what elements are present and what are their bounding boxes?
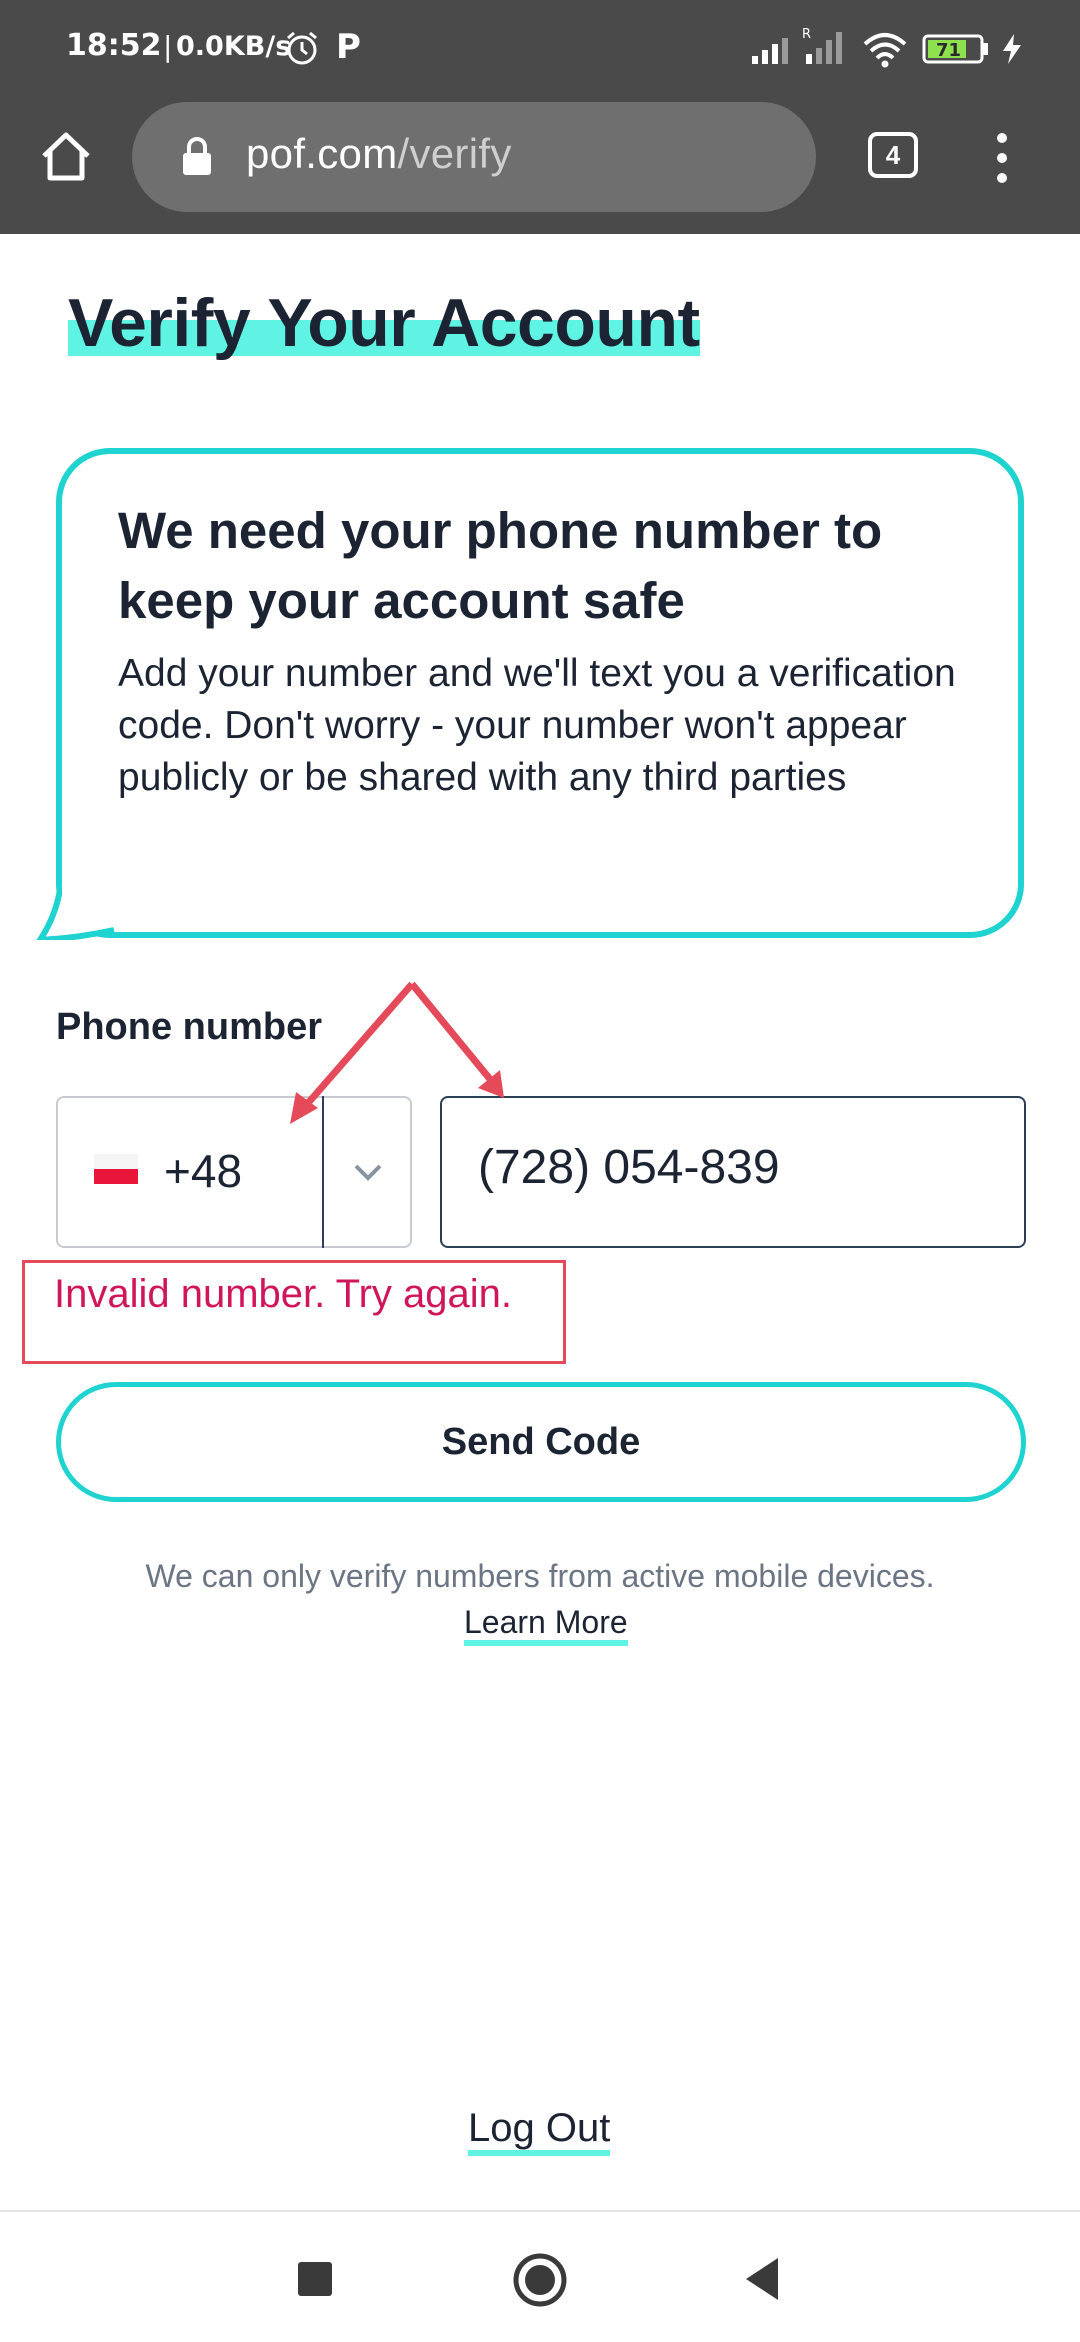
phone-number-value: (728) 054-839 xyxy=(478,1141,780,1194)
signal-icon xyxy=(752,38,788,64)
recents-icon[interactable] xyxy=(298,2262,332,2296)
charging-icon xyxy=(1003,34,1021,64)
back-icon[interactable] xyxy=(742,2256,782,2302)
signal-icon: R xyxy=(802,27,842,64)
nav-home-icon[interactable] xyxy=(512,2252,568,2308)
menu-icon[interactable] xyxy=(992,130,1012,186)
navigation-bar xyxy=(0,2210,1080,2342)
select-divider xyxy=(322,1096,324,1248)
separator: | xyxy=(163,30,173,63)
log-out-link[interactable]: Log Out xyxy=(468,2106,611,2156)
error-message: Invalid number. Try again. xyxy=(54,1272,513,1316)
speech-bubble-tail xyxy=(36,870,122,940)
browser-toolbar: pof.com/verify 4 xyxy=(0,100,1080,234)
url-path: /verify xyxy=(397,130,512,177)
network-speed: 0.0KB/s xyxy=(176,31,292,62)
learn-more-link[interactable]: Learn More xyxy=(464,1604,628,1646)
dial-code: +48 xyxy=(164,1145,243,1197)
chevron-down-icon[interactable] xyxy=(350,1158,386,1186)
tabs-icon[interactable]: 4 xyxy=(868,132,918,178)
card-body: Add your number and we'll text you a ver… xyxy=(118,652,956,799)
url-domain: pof.com xyxy=(246,130,398,177)
roaming-indicator: R xyxy=(802,27,811,42)
lock-icon xyxy=(183,137,211,175)
battery-level: 71 xyxy=(936,40,961,61)
page-title: Verify Your Account xyxy=(68,284,700,362)
verification-note: We can only verify numbers from active m… xyxy=(145,1558,935,1594)
carrier-p-icon: P xyxy=(336,27,361,67)
clock: 18:52 xyxy=(66,28,162,63)
alarm-icon xyxy=(287,31,317,65)
home-icon[interactable] xyxy=(36,126,96,186)
card-heading: We need your phone number to keep your a… xyxy=(118,502,883,629)
url-text[interactable]: pof.com/verify xyxy=(246,130,512,178)
status-bar: 18:52 | 0.0KB/s P R 71 xyxy=(0,0,1080,100)
poland-flag-icon xyxy=(94,1154,138,1184)
battery-icon: 71 xyxy=(922,34,988,64)
wifi-icon xyxy=(863,33,907,68)
send-code-button[interactable]: Send Code xyxy=(56,1382,1026,1502)
phone-label: Phone number xyxy=(56,1006,323,1048)
page-title-text: Verify Your Account xyxy=(68,285,700,361)
